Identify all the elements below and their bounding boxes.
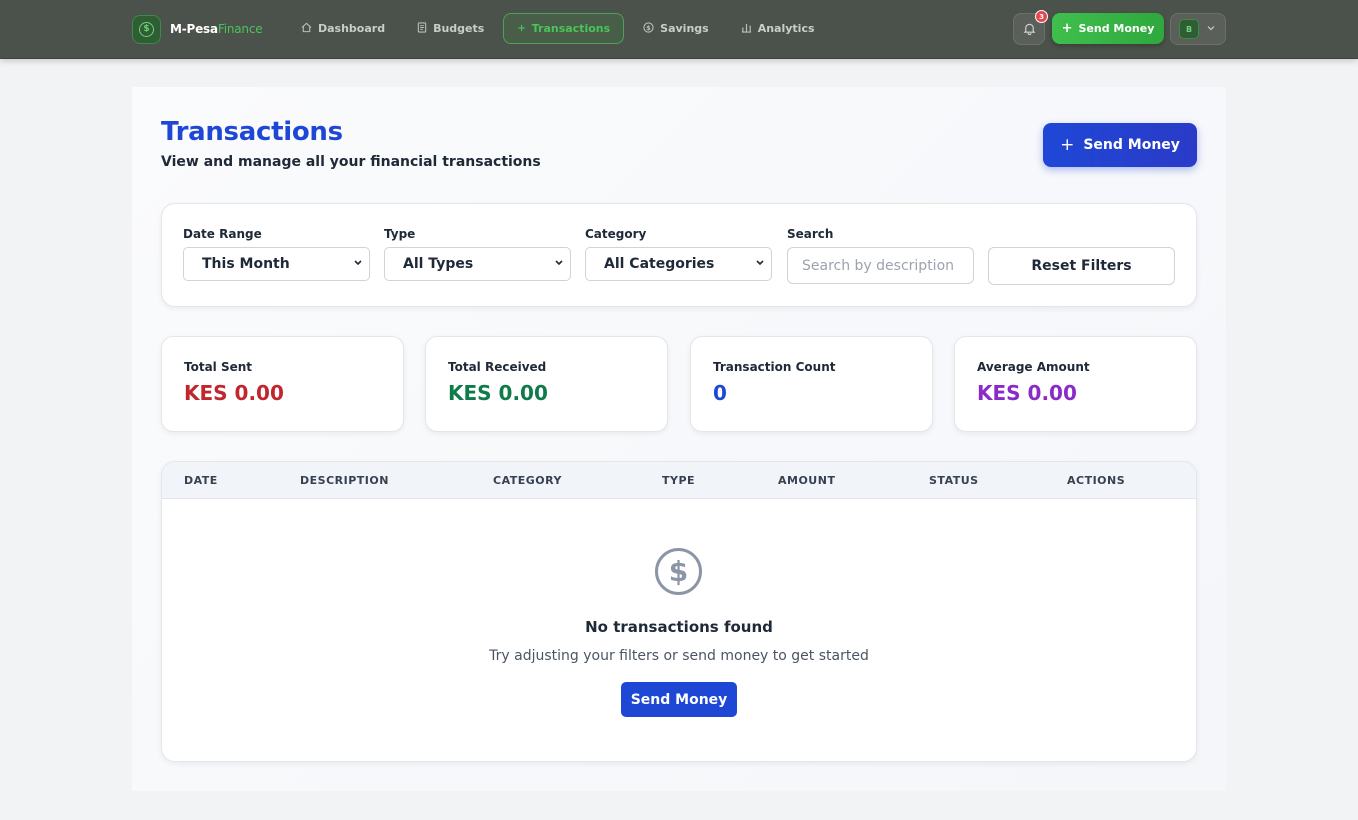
type-select[interactable]: All Types bbox=[384, 247, 571, 281]
search-label: Search bbox=[787, 227, 834, 241]
plus-icon: + bbox=[1060, 135, 1075, 155]
nav-item-transactions[interactable]: + Transactions bbox=[503, 13, 625, 44]
filters-card: Date Range This Month Type All Types Cat… bbox=[161, 203, 1197, 307]
avatar: B bbox=[1179, 19, 1199, 39]
stat-card-transaction-count: Transaction Count 0 bbox=[690, 336, 933, 432]
empty-state-send-money-button[interactable]: Send Money bbox=[621, 682, 737, 717]
search-input[interactable]: Search by description bbox=[787, 247, 974, 284]
brand-name: M-PesaFinance bbox=[170, 22, 263, 36]
category-label: Category bbox=[585, 227, 647, 241]
stat-label: Total Sent bbox=[184, 360, 253, 374]
plus-icon: + bbox=[1061, 21, 1073, 36]
column-header-actions: ACTIONS bbox=[1067, 474, 1126, 487]
stat-card-total-sent: Total Sent KES 0.00 bbox=[161, 336, 404, 432]
transactions-table: DATE DESCRIPTION CATEGORY TYPE AMOUNT ST… bbox=[161, 461, 1197, 762]
page-title: Transactions bbox=[161, 117, 343, 147]
column-header-type[interactable]: TYPE bbox=[662, 474, 695, 487]
nav-links: Dashboard Budgets + Transactions $ Savin… bbox=[288, 13, 834, 44]
home-icon bbox=[301, 22, 312, 36]
chevron-down-icon bbox=[353, 256, 363, 273]
send-money-button[interactable]: + Send Money bbox=[1043, 123, 1197, 167]
notification-count-badge: 3 bbox=[1035, 10, 1048, 23]
bell-icon bbox=[1023, 20, 1036, 39]
dollar-circle-icon: $ bbox=[655, 548, 702, 595]
stat-value: 0 bbox=[713, 381, 727, 405]
page-subtitle: View and manage all your financial trans… bbox=[161, 154, 541, 170]
category-select[interactable]: All Categories bbox=[585, 247, 772, 281]
column-header-amount[interactable]: AMOUNT bbox=[778, 474, 835, 487]
column-header-description[interactable]: DESCRIPTION bbox=[300, 474, 389, 487]
nav-item-budgets[interactable]: Budgets bbox=[404, 13, 497, 44]
stat-label: Total Received bbox=[448, 360, 547, 374]
column-header-status[interactable]: STATUS bbox=[929, 474, 979, 487]
user-menu-button[interactable]: B bbox=[1170, 13, 1226, 45]
main-panel: Transactions View and manage all your fi… bbox=[132, 87, 1226, 791]
empty-state-title: No transactions found bbox=[585, 618, 773, 636]
date-range-label: Date Range bbox=[183, 227, 262, 241]
date-range-select[interactable]: This Month bbox=[183, 247, 370, 281]
stat-value: KES 0.00 bbox=[977, 381, 1077, 405]
brand-logo-icon: $ bbox=[132, 14, 161, 44]
nav-item-savings[interactable]: $ Savings bbox=[630, 13, 722, 44]
document-icon bbox=[417, 21, 427, 36]
svg-text:$: $ bbox=[646, 23, 651, 31]
nav-send-money-button[interactable]: + Send Money bbox=[1052, 13, 1164, 44]
nav-item-analytics[interactable]: Analytics bbox=[728, 13, 828, 44]
search-placeholder: Search by description bbox=[802, 257, 955, 274]
table-header: DATE DESCRIPTION CATEGORY TYPE AMOUNT ST… bbox=[162, 462, 1196, 499]
column-header-date[interactable]: DATE bbox=[184, 474, 218, 487]
nav-item-dashboard[interactable]: Dashboard bbox=[288, 13, 398, 44]
notifications-button[interactable]: 3 bbox=[1013, 10, 1048, 45]
reset-filters-button[interactable]: Reset Filters bbox=[988, 247, 1175, 285]
stat-value: KES 0.00 bbox=[184, 381, 284, 405]
stat-card-average-amount: Average Amount KES 0.00 bbox=[954, 336, 1197, 432]
stat-label: Transaction Count bbox=[713, 360, 836, 374]
bar-chart-icon bbox=[741, 22, 752, 36]
chevron-down-icon bbox=[1207, 24, 1215, 34]
chevron-down-icon bbox=[554, 256, 564, 273]
chevron-down-icon bbox=[755, 256, 765, 273]
top-navbar: $ M-PesaFinance Dashboard Budgets + Tran… bbox=[0, 0, 1358, 59]
stat-card-total-received: Total Received KES 0.00 bbox=[425, 336, 668, 432]
stat-label: Average Amount bbox=[977, 360, 1090, 374]
plus-icon: + bbox=[517, 23, 526, 34]
brand[interactable]: $ M-PesaFinance bbox=[132, 14, 263, 44]
column-header-category[interactable]: CATEGORY bbox=[493, 474, 562, 487]
stat-value: KES 0.00 bbox=[448, 381, 548, 405]
empty-state-subtitle: Try adjusting your filters or send money… bbox=[489, 648, 869, 664]
type-label: Type bbox=[384, 227, 416, 241]
coin-icon: $ bbox=[643, 21, 654, 36]
